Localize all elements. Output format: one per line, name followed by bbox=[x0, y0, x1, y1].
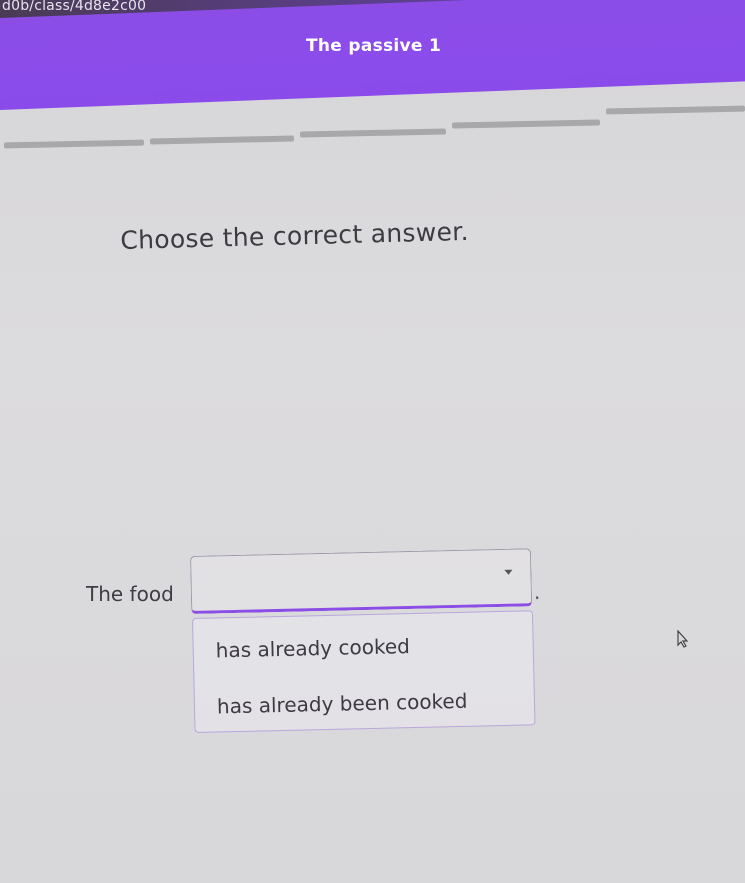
mouse-pointer-icon bbox=[677, 630, 689, 648]
progress-segment bbox=[149, 135, 295, 145]
progress-segment bbox=[451, 119, 601, 129]
page: d0b/class/4d8e2c00 The passive 1 Choose … bbox=[0, 0, 745, 883]
dropdown-option[interactable]: has already cooked bbox=[215, 634, 410, 662]
dropdown-option[interactable]: has already been cooked bbox=[217, 689, 468, 719]
sentence-start: The food bbox=[86, 582, 174, 606]
instruction-text: Choose the correct answer. bbox=[120, 216, 470, 255]
progress-segment bbox=[605, 105, 745, 115]
progress-segment bbox=[3, 139, 145, 149]
sentence-end: . bbox=[534, 580, 541, 604]
url-text: d0b/class/4d8e2c00 bbox=[2, 0, 147, 14]
progress-bar bbox=[0, 93, 745, 153]
progress-segment bbox=[299, 128, 447, 138]
chevron-down-icon[interactable] bbox=[504, 569, 513, 575]
answer-dropdown[interactable] bbox=[190, 548, 533, 614]
dropdown-menu: has already cooked has already been cook… bbox=[192, 610, 536, 733]
page-title: The passive 1 bbox=[306, 36, 442, 56]
